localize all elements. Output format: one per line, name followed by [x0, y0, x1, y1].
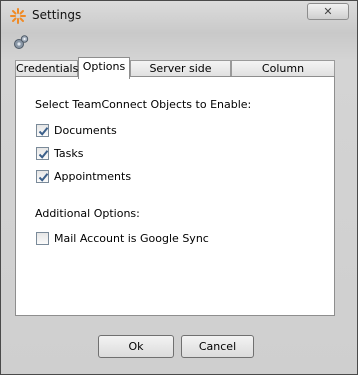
cancel-button[interactable]: Cancel	[181, 335, 254, 358]
google-sync-label: Mail Account is Google Sync	[54, 232, 209, 245]
google-sync-checkbox-row[interactable]: Mail Account is Google Sync	[36, 232, 209, 245]
documents-label: Documents	[54, 124, 117, 137]
settings-window: Settings ✕ Credentials Options Server si…	[0, 0, 358, 375]
options-panel: Select TeamConnect Objects to Enable: Do…	[15, 76, 335, 316]
ok-button[interactable]: Ok	[98, 335, 174, 358]
documents-checkbox-row[interactable]: Documents	[36, 124, 117, 137]
additional-options-heading: Additional Options:	[35, 207, 140, 220]
tab-options[interactable]: Options	[78, 57, 130, 79]
checkmark-icon	[38, 127, 49, 136]
objects-heading: Select TeamConnect Objects to Enable:	[35, 98, 252, 111]
title-bar[interactable]: Settings ✕	[1, 1, 357, 31]
google-sync-checkbox[interactable]	[36, 232, 49, 245]
window-title: Settings	[32, 8, 82, 22]
tasks-checkbox[interactable]	[36, 147, 49, 160]
appointments-label: Appointments	[54, 170, 132, 183]
appointments-checkbox[interactable]	[36, 170, 49, 183]
close-button[interactable]: ✕	[307, 3, 349, 20]
appointments-checkbox-row[interactable]: Appointments	[36, 170, 131, 183]
checkmark-icon	[38, 150, 49, 159]
documents-checkbox[interactable]	[36, 124, 49, 137]
settings-sparkle-icon	[10, 8, 26, 24]
tasks-label: Tasks	[54, 147, 84, 160]
checkmark-icon	[38, 173, 49, 182]
tasks-checkbox-row[interactable]: Tasks	[36, 147, 83, 160]
gear-icon[interactable]	[12, 34, 30, 52]
